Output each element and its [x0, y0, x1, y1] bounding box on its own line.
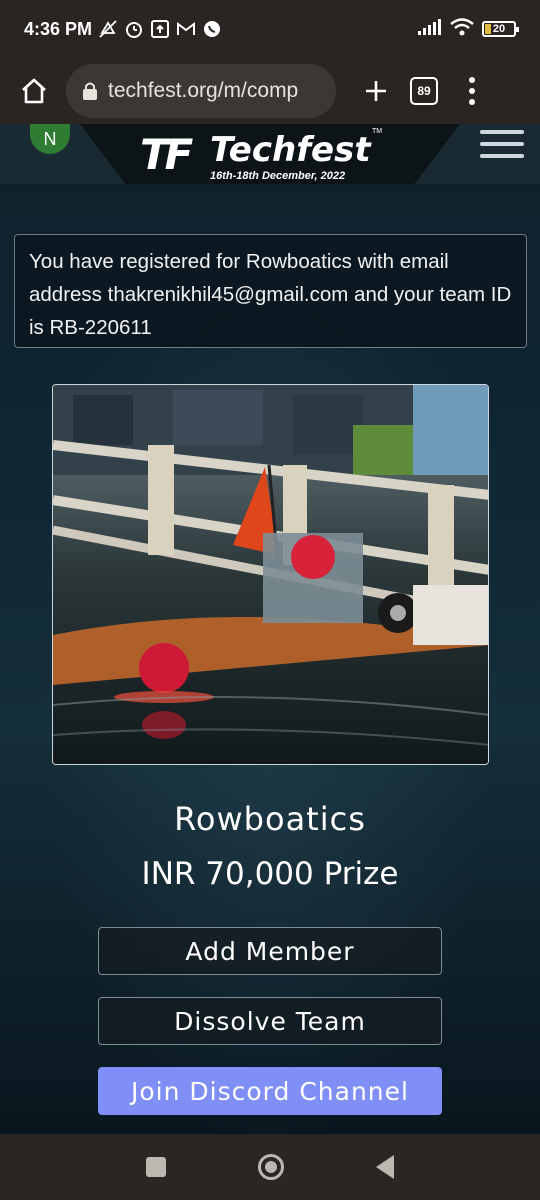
status-icons-left	[98, 19, 222, 39]
upload-icon	[150, 19, 170, 39]
join-discord-button[interactable]: Join Discord Channel	[98, 1067, 442, 1115]
url-text: techfest.org/m/comp	[108, 79, 299, 102]
tab-count: 89	[417, 84, 431, 98]
add-member-button[interactable]: Add Member	[98, 927, 442, 975]
system-nav-bar	[0, 1134, 540, 1200]
logo-trademark: TM	[372, 128, 383, 135]
logo-wordmark: Techfest	[210, 130, 371, 170]
dissolve-team-button[interactable]: Dissolve Team	[98, 997, 442, 1045]
browser-toolbar: techfest.org/m/comp 89	[0, 58, 540, 124]
tab-switcher-button[interactable]: 89	[410, 77, 438, 105]
whatsapp-icon	[202, 19, 222, 39]
user-avatar[interactable]: N	[30, 124, 70, 154]
registration-notice: You have registered for Rowboatics with …	[14, 234, 527, 348]
mute-icon	[98, 19, 118, 39]
more-vert-icon	[469, 77, 475, 83]
recents-icon[interactable]	[146, 1157, 166, 1177]
site-header: N TF Techfest TM 16th-18th December, 202…	[0, 124, 540, 184]
page-content: N TF Techfest TM 16th-18th December, 202…	[0, 124, 540, 1134]
lock-icon	[83, 82, 97, 100]
new-tab-button[interactable]	[356, 71, 396, 111]
home-icon	[22, 78, 46, 104]
competition-image	[52, 384, 489, 765]
techfest-logo[interactable]: TF Techfest TM 16th-18th December, 2022	[140, 128, 390, 184]
plus-icon	[366, 81, 386, 101]
registration-message: You have registered for Rowboatics with …	[29, 250, 512, 339]
competition-prize: INR 70,000 Prize	[141, 856, 399, 892]
wifi-icon	[450, 17, 474, 41]
alarm-icon	[124, 19, 144, 39]
signal-icon	[418, 18, 442, 40]
back-icon[interactable]	[376, 1155, 394, 1179]
home-nav-icon[interactable]	[258, 1154, 284, 1180]
battery-icon: 20	[482, 21, 519, 37]
browser-menu-button[interactable]	[460, 71, 484, 111]
robot-boat-photo	[53, 385, 488, 764]
competition-title: Rowboatics	[174, 800, 366, 838]
status-icons-right: 20	[418, 17, 519, 41]
logo-date: 16th-18th December, 2022	[210, 170, 346, 182]
status-bar: 4:36 PM 20	[0, 0, 540, 58]
hamburger-menu-icon[interactable]	[480, 130, 524, 158]
status-time: 4:36 PM	[24, 18, 93, 39]
logo-mark: TF	[140, 130, 193, 179]
home-button[interactable]	[14, 71, 54, 111]
address-bar[interactable]: techfest.org/m/comp	[66, 64, 336, 118]
gmail-icon	[176, 19, 196, 39]
